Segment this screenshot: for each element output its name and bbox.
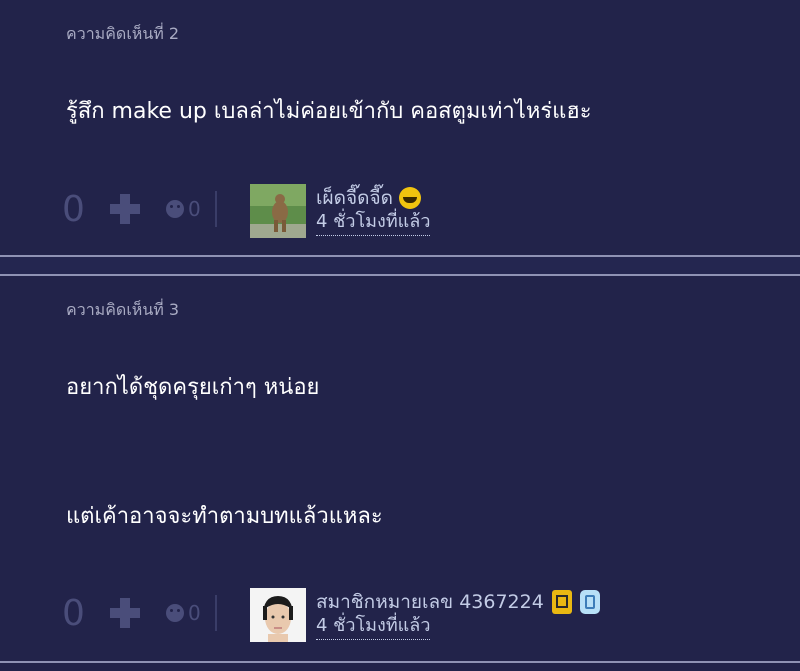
emotion-button[interactable]: 0 [166,197,201,221]
avatar[interactable] [250,588,306,642]
author-info: สมาชิกหมายเลข 4367224 4 ชั่วโมงที่แล้ว [316,590,600,640]
timestamp[interactable]: 4 ชั่วโมงที่แล้ว [316,614,431,640]
plus-vote-icon[interactable] [110,194,140,224]
vote-actions: 0 0 [62,588,217,638]
comment-number: ความคิดเห็นที่ 2 [66,24,180,43]
separator [214,595,217,631]
emotion-face-icon [166,604,184,622]
comment-card: ความคิดเห็นที่ 3 อยากได้ชุดครุยเก่าๆ หน่… [0,276,800,661]
author-name-row: เผ็ดจี๊ดจี๊ด [316,186,430,210]
comment-divider [0,255,800,276]
author-name[interactable]: สมาชิกหมายเลข 4367224 [316,590,544,614]
plus-vote-icon[interactable] [110,598,140,628]
comment-text-line: แต่เค้าอาจจะทำตามบทแล้วแหละ [66,504,383,529]
separator [214,191,217,227]
timestamp[interactable]: 4 ชั่วโมงที่แล้ว [316,210,431,236]
author-info: เผ็ดจี๊ดจี๊ด 4 ชั่วโมงที่แล้ว [316,186,431,236]
avatar[interactable] [250,184,306,238]
vote-count: 0 [62,592,85,634]
vote-actions: 0 0 [62,184,217,234]
emotion-count: 0 [188,601,201,625]
vote-count: 0 [62,188,85,230]
emotion-face-icon [166,200,184,218]
author-name[interactable]: เผ็ดจี๊ดจี๊ด [316,186,393,210]
grin-emoji-icon [398,187,421,209]
emotion-count: 0 [188,197,201,221]
author-name-row: สมาชิกหมายเลข 4367224 [316,590,600,614]
blue-badge-icon [579,590,600,614]
comment-text: รู้สึก make up เบลล่าไม่ค่อยเข้ากับ คอสต… [66,99,592,124]
author-block: สมาชิกหมายเลข 4367224 4 ชั่วโมงที่แล้ว [250,588,600,642]
emotion-button[interactable]: 0 [166,601,201,625]
bottom-divider [0,661,800,663]
comment-number: ความคิดเห็นที่ 3 [66,300,180,319]
comment-text-line: อยากได้ชุดครุยเก่าๆ หน่อย [66,375,320,400]
author-block: เผ็ดจี๊ดจี๊ด 4 ชั่วโมงที่แล้ว [250,184,431,238]
phone-badge-icon [551,590,572,614]
comment-card: ความคิดเห็นที่ 2 รู้สึก make up เบลล่าไม… [0,0,800,255]
